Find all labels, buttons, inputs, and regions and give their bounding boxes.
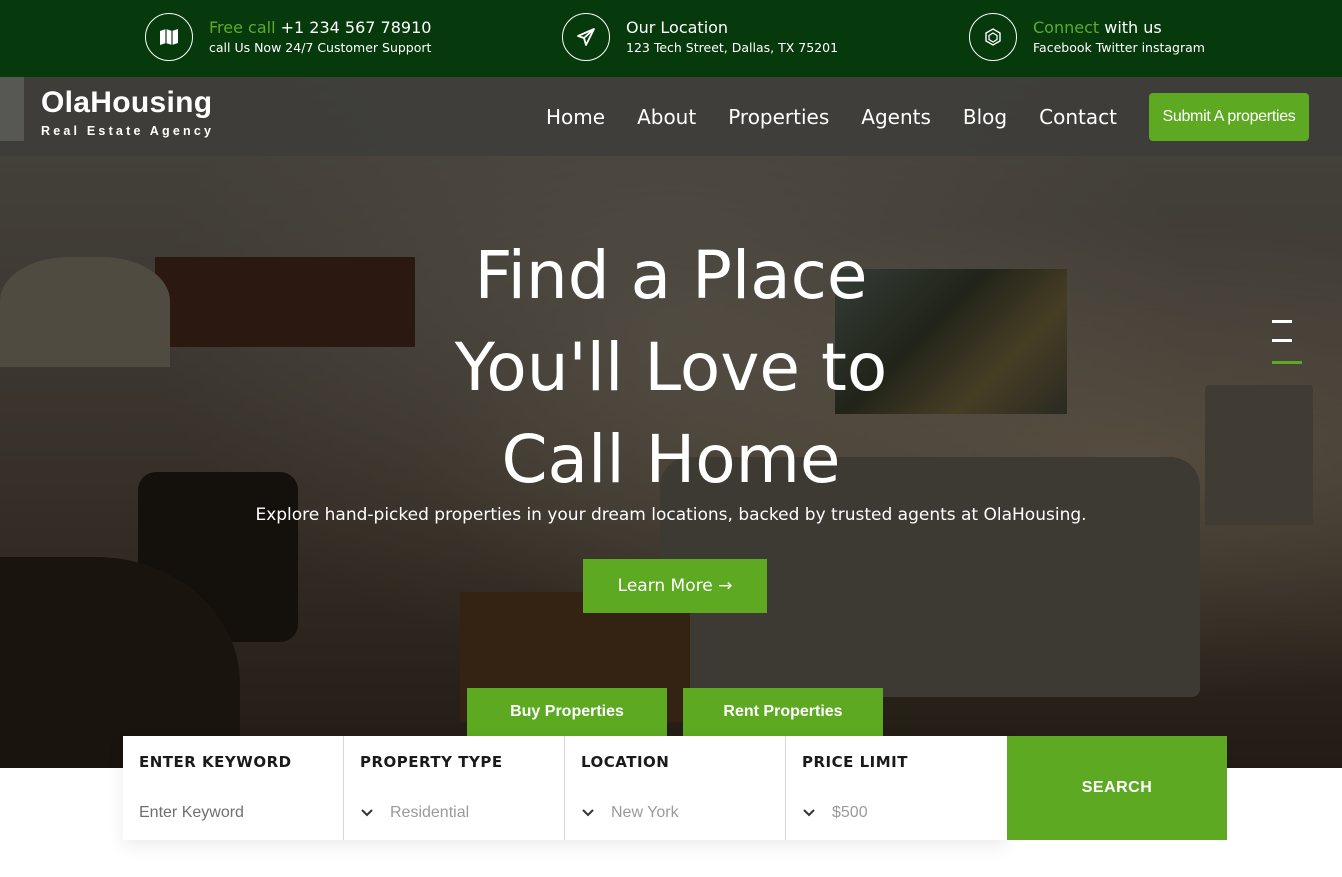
network-icon — [969, 13, 1017, 61]
field-label: PRICE LIMIT — [802, 753, 908, 771]
hamburger-menu-icon[interactable] — [1272, 318, 1304, 366]
hero-title-line: Find a Place — [474, 237, 868, 314]
paper-plane-icon — [562, 13, 610, 61]
location-address: 123 Tech Street, Dallas, TX 75201 — [626, 39, 839, 55]
submit-property-button[interactable]: Submit A properties — [1149, 93, 1309, 141]
nav-home[interactable]: Home — [546, 103, 605, 131]
property-type-value: Residential — [390, 804, 470, 821]
connect-label: Connect — [1033, 17, 1100, 37]
location-title: Our Location — [626, 17, 729, 37]
field-label: ENTER KEYWORD — [139, 753, 292, 771]
property-search-form: ENTER KEYWORD Enter Keyword PROPERTY TYP… — [123, 736, 1007, 840]
nav-blog[interactable]: Blog — [963, 103, 1007, 131]
nav-agents[interactable]: Agents — [861, 103, 931, 131]
nav-properties[interactable]: Properties — [728, 103, 829, 131]
support-text: call Us Now 24/7 Customer Support — [209, 39, 432, 55]
nav-about[interactable]: About — [637, 103, 696, 131]
map-icon — [145, 13, 193, 61]
chevron-down-icon — [361, 809, 373, 817]
search-button[interactable]: SEARCH — [1007, 736, 1227, 840]
price-limit-value: $500 — [832, 804, 868, 821]
social-links[interactable]: Facebook Twitter instagram — [1033, 39, 1205, 57]
keyword-field[interactable]: ENTER KEYWORD Enter Keyword — [123, 736, 344, 840]
nav-contact[interactable]: Contact — [1039, 103, 1117, 131]
top-contact-bar: Free call +1 234 567 78910 call Us Now 2… — [0, 0, 1342, 77]
location-info: Our Location 123 Tech Street, Dallas, TX… — [562, 13, 838, 61]
tab-rent-properties[interactable]: Rent Properties — [683, 688, 883, 736]
tab-buy-properties[interactable]: Buy Properties — [467, 688, 667, 736]
hero-subtitle: Explore hand-picked properties in your d… — [255, 505, 1087, 525]
location-select[interactable]: LOCATION New York — [565, 736, 786, 840]
field-label: LOCATION — [581, 753, 670, 771]
location-value: New York — [611, 804, 679, 821]
connect-info: Connect with us Facebook Twitter instagr… — [969, 13, 1205, 61]
hero-title-line: Call Home — [501, 421, 841, 498]
brand-tagline: Real Estate Agency — [41, 124, 215, 138]
brand-name[interactable]: OlaHousing — [41, 85, 212, 121]
learn-more-button[interactable]: Learn More → — [583, 559, 767, 613]
chevron-down-icon — [582, 809, 594, 817]
free-call-info: Free call +1 234 567 78910 call Us Now 2… — [145, 13, 431, 61]
main-navbar: OlaHousing Real Estate Agency Home About… — [0, 77, 1342, 156]
phone-number[interactable]: +1 234 567 78910 — [281, 18, 432, 37]
field-label: PROPERTY TYPE — [360, 753, 503, 771]
nav-links: Home About Properties Agents Blog Contac… — [530, 103, 1133, 131]
price-limit-select[interactable]: PRICE LIMIT $500 — [786, 736, 1007, 840]
property-type-select[interactable]: PROPERTY TYPE Residential — [344, 736, 565, 840]
keyword-input[interactable]: Enter Keyword — [139, 804, 244, 822]
chevron-down-icon — [803, 809, 815, 817]
hero-title: Find a Place You'll Love to Call Home — [371, 230, 971, 506]
free-call-label: Free call — [209, 17, 276, 37]
hero-title-line: You'll Love to — [454, 329, 888, 406]
connect-rest: with us — [1104, 17, 1162, 37]
